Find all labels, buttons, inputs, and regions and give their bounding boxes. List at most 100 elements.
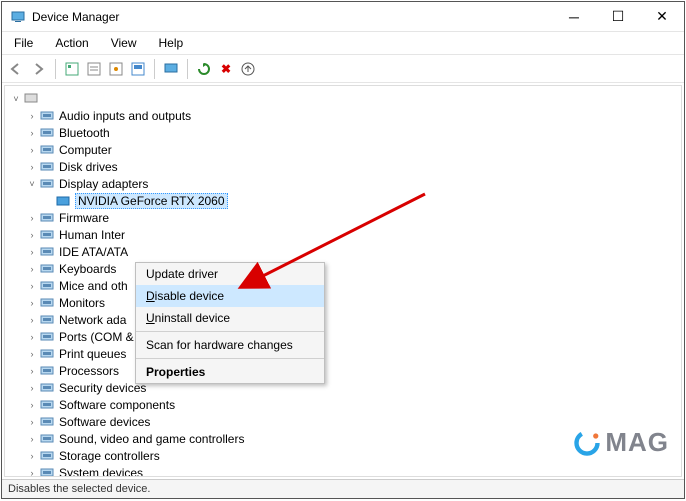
tb-icon-up[interactable] bbox=[239, 60, 257, 78]
category-icon bbox=[39, 228, 55, 242]
tree-category[interactable]: ˅ Display adapters bbox=[7, 175, 679, 192]
category-icon bbox=[39, 466, 55, 478]
tree-category[interactable]: ›Print queues bbox=[7, 345, 679, 362]
status-text: Disables the selected device. bbox=[8, 483, 150, 495]
twisty-icon[interactable]: › bbox=[25, 434, 39, 444]
menu-action[interactable]: Action bbox=[51, 34, 92, 52]
twisty-icon[interactable]: › bbox=[25, 281, 39, 291]
category-icon bbox=[39, 143, 55, 157]
menubar: File Action View Help bbox=[2, 32, 684, 55]
category-label: Security devices bbox=[59, 381, 146, 395]
tb-icon-refresh[interactable] bbox=[195, 60, 213, 78]
category-icon bbox=[39, 313, 55, 327]
category-label: Human Inter bbox=[59, 228, 125, 242]
ctx-properties[interactable]: Properties bbox=[136, 361, 324, 383]
tree-category[interactable]: › System devices bbox=[7, 464, 679, 477]
toolbar-separator bbox=[154, 59, 155, 79]
maximize-button[interactable]: ☐ bbox=[596, 2, 640, 31]
twisty-icon[interactable]: › bbox=[25, 366, 39, 376]
category-label: Display adapters bbox=[59, 177, 148, 191]
category-label: Monitors bbox=[59, 296, 105, 310]
twisty-icon[interactable]: › bbox=[25, 230, 39, 240]
tree-category[interactable]: ›Disk drives bbox=[7, 158, 679, 175]
category-icon bbox=[39, 296, 55, 310]
category-icon bbox=[39, 211, 55, 225]
titlebar: Device Manager ─ ☐ ✕ bbox=[2, 2, 684, 32]
category-icon bbox=[39, 245, 55, 259]
twisty-icon[interactable]: › bbox=[25, 264, 39, 274]
category-icon bbox=[39, 279, 55, 293]
computer-icon bbox=[23, 92, 39, 106]
category-icon bbox=[39, 415, 55, 429]
twisty-icon[interactable]: › bbox=[25, 315, 39, 325]
twisty-icon[interactable]: › bbox=[25, 451, 39, 461]
category-label: Keyboards bbox=[59, 262, 116, 276]
category-label: Bluetooth bbox=[59, 126, 110, 140]
forward-button[interactable] bbox=[30, 60, 48, 78]
tree-category[interactable]: ›Mice and oth bbox=[7, 277, 679, 294]
category-icon bbox=[39, 432, 55, 446]
ctx-separator bbox=[136, 358, 324, 359]
menu-help[interactable]: Help bbox=[155, 34, 188, 52]
tb-icon-4[interactable] bbox=[129, 60, 147, 78]
tree-category[interactable]: ›Network ada bbox=[7, 311, 679, 328]
category-icon bbox=[39, 262, 55, 276]
ctx-update-driver[interactable]: Update driver bbox=[136, 263, 324, 285]
category-icon bbox=[39, 364, 55, 378]
tree-category[interactable]: › Firmware bbox=[7, 209, 679, 226]
menu-view[interactable]: View bbox=[107, 34, 141, 52]
tree-root[interactable]: ˅ bbox=[7, 90, 679, 107]
tree-category[interactable]: › Monitors bbox=[7, 294, 679, 311]
minimize-button[interactable]: ─ bbox=[552, 2, 596, 31]
tree-category[interactable]: › Keyboards bbox=[7, 260, 679, 277]
device-label: NVIDIA GeForce RTX 2060 bbox=[75, 193, 228, 209]
tree-category[interactable]: ›Processors bbox=[7, 362, 679, 379]
tb-icon-2[interactable] bbox=[85, 60, 103, 78]
category-icon bbox=[39, 177, 55, 191]
twisty-icon[interactable]: › bbox=[25, 417, 39, 427]
tree-category[interactable]: ›Ports (COM & LPT) bbox=[7, 328, 679, 345]
menu-file[interactable]: File bbox=[10, 34, 37, 52]
ctx-disable-device[interactable]: Disable device bbox=[136, 285, 324, 307]
tree-category[interactable]: › Human Inter bbox=[7, 226, 679, 243]
tb-icon-1[interactable] bbox=[63, 60, 81, 78]
tb-icon-3[interactable] bbox=[107, 60, 125, 78]
twisty-icon[interactable]: › bbox=[25, 298, 39, 308]
tree-category[interactable]: › Software components bbox=[7, 396, 679, 413]
twisty-icon[interactable]: › bbox=[25, 383, 39, 393]
category-label: Audio inputs and outputs bbox=[59, 109, 191, 123]
category-label: Firmware bbox=[59, 211, 109, 225]
twisty-icon[interactable]: › bbox=[25, 400, 39, 410]
back-button[interactable] bbox=[8, 60, 26, 78]
category-label: System devices bbox=[59, 466, 143, 478]
twisty-icon[interactable]: › bbox=[25, 247, 39, 257]
twisty-icon[interactable]: › bbox=[25, 162, 39, 172]
toolbar-separator bbox=[55, 59, 56, 79]
twisty-icon[interactable]: › bbox=[25, 145, 39, 155]
ctx-uninstall-device[interactable]: Uninstall device bbox=[136, 307, 324, 329]
tree-device[interactable]: NVIDIA GeForce RTX 2060 bbox=[7, 192, 679, 209]
twisty-icon[interactable]: › bbox=[25, 213, 39, 223]
twisty-icon[interactable]: › bbox=[25, 332, 39, 342]
twisty-icon[interactable]: › bbox=[25, 349, 39, 359]
category-label: Software components bbox=[59, 398, 175, 412]
twisty-icon[interactable]: › bbox=[25, 111, 39, 121]
tree-category[interactable]: › Bluetooth bbox=[7, 124, 679, 141]
twisty-icon[interactable]: ˅ bbox=[25, 179, 39, 189]
ctx-scan-hardware[interactable]: Scan for hardware changes bbox=[136, 334, 324, 356]
category-icon bbox=[39, 381, 55, 395]
device-tree[interactable]: ˅ › Audio inputs and outputs › Bluetooth›Co… bbox=[4, 85, 682, 477]
tree-category[interactable]: ›Computer bbox=[7, 141, 679, 158]
category-icon bbox=[39, 347, 55, 361]
tree-category[interactable]: › Security devices bbox=[7, 379, 679, 396]
twisty-expanded-icon[interactable]: ˅ bbox=[9, 94, 23, 104]
tree-body: › Audio inputs and outputs › Bluetooth›Comp… bbox=[7, 107, 679, 477]
tb-icon-disable[interactable]: ✖ bbox=[217, 60, 235, 78]
tree-category[interactable]: › Audio inputs and outputs bbox=[7, 107, 679, 124]
category-label: Storage controllers bbox=[59, 449, 160, 463]
twisty-icon[interactable]: › bbox=[25, 468, 39, 478]
twisty-icon[interactable]: › bbox=[25, 128, 39, 138]
tb-icon-monitor[interactable] bbox=[162, 60, 180, 78]
close-button[interactable]: ✕ bbox=[640, 2, 684, 31]
tree-category[interactable]: ›IDE ATA/ATA bbox=[7, 243, 679, 260]
